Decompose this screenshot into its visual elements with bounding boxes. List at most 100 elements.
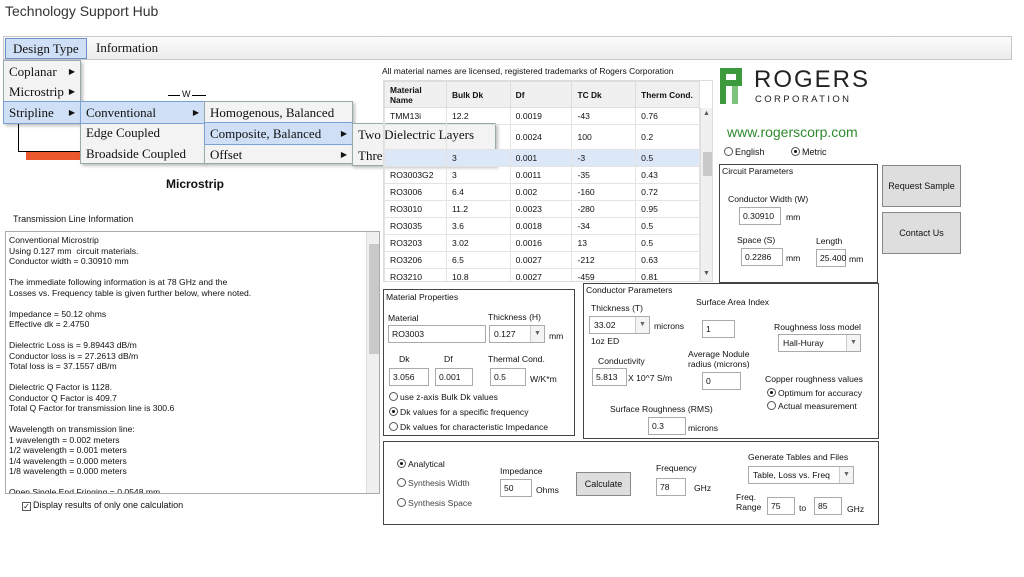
- col-header-tc-dk[interactable]: TC Dk: [571, 81, 637, 108]
- transmission-scrollbar[interactable]: [366, 232, 379, 493]
- table-cell: 0.0027: [509, 251, 573, 269]
- table-cell: 13: [571, 234, 637, 252]
- radio-icon[interactable]: [397, 498, 406, 507]
- col-header-therm-cond[interactable]: Therm Cond.: [635, 81, 700, 108]
- request-sample-button[interactable]: Request Sample: [882, 165, 961, 207]
- radio-icon[interactable]: [397, 478, 406, 487]
- contact-us-button[interactable]: Contact Us: [882, 212, 961, 254]
- table-row[interactable]: RO3203 3.02 0.0016 13 0.5: [384, 234, 700, 252]
- conductor-width-input[interactable]: 0.30910: [739, 207, 781, 225]
- unit-metric-radio[interactable]: Metric: [791, 147, 827, 157]
- conductor-width-label: Conductor Width (W): [728, 194, 809, 204]
- radio-selected-icon[interactable]: [389, 407, 398, 416]
- table-row[interactable]: RO3206 6.5 0.0027 -212 0.63: [384, 251, 700, 269]
- calculate-button[interactable]: Calculate: [576, 472, 631, 496]
- dk-option-impedance[interactable]: Dk values for characteristic Impedance: [389, 422, 548, 432]
- submenu-arrow-icon: ▶: [68, 67, 75, 76]
- menu-stripline-list: Conventional ▶ Edge Coupled Broadside Cou…: [80, 101, 205, 164]
- table-cell: 0.63: [635, 251, 700, 269]
- frequency-input[interactable]: 78: [656, 478, 686, 496]
- col-header-material[interactable]: Material Name: [384, 81, 447, 108]
- checkbox-checked-icon[interactable]: ✓: [22, 502, 31, 511]
- info-line: Conductor width = 0.30910 mm: [9, 256, 129, 266]
- table-cell: 6.4: [445, 183, 511, 201]
- roughness-option-actual[interactable]: Actual measurement: [767, 401, 857, 411]
- mode-synthesis-width[interactable]: Synthesis Width: [397, 478, 470, 488]
- freq-range-from-input[interactable]: 75: [767, 497, 795, 515]
- radio-selected-icon[interactable]: [767, 388, 776, 397]
- conductivity-input[interactable]: 5.813: [592, 368, 627, 386]
- radio-icon[interactable]: [767, 401, 776, 410]
- space-label: Space (S): [737, 235, 776, 245]
- material-input[interactable]: RO3003: [388, 325, 486, 343]
- menu-item-stripline[interactable]: Stripline ▶: [3, 101, 81, 124]
- chevron-down-icon[interactable]: ▼: [635, 317, 649, 333]
- col-header-bulk-dk[interactable]: Bulk Dk: [445, 81, 511, 108]
- col-header-df[interactable]: Df: [509, 81, 573, 108]
- thickness-select[interactable]: 0.127 ▼: [489, 325, 545, 343]
- table-row[interactable]: RO3010 11.2 0.0023 -280 0.95: [384, 200, 700, 218]
- table-row[interactable]: 0.0024 100 0.2: [384, 124, 700, 150]
- freq-range-to-input[interactable]: 85: [814, 497, 842, 515]
- radio-icon[interactable]: [389, 392, 398, 401]
- mode-analytical[interactable]: Analytical: [397, 459, 445, 469]
- table-row[interactable]: 3 0.001 -3 0.5: [384, 149, 700, 167]
- dk-option-bulk[interactable]: use z-axis Bulk Dk values: [389, 392, 498, 402]
- chevron-down-icon[interactable]: ▼: [839, 467, 853, 483]
- conductor-thickness-select[interactable]: 33.02 ▼: [589, 316, 650, 334]
- menu-item-microstrip[interactable]: Microstrip ▶: [4, 81, 80, 102]
- radio-selected-icon[interactable]: [791, 147, 800, 156]
- rogers-logo-icon: [720, 68, 742, 104]
- transmission-info-box[interactable]: Conventional Microstrip Using 0.127 mm ci…: [5, 231, 380, 494]
- roughness-option-accuracy[interactable]: Optimum for accuracy: [767, 388, 862, 398]
- menu-item-homogenous-balanced[interactable]: Homogenous, Balanced: [205, 102, 352, 123]
- menu-item-conventional[interactable]: Conventional ▶: [80, 101, 205, 124]
- table-row[interactable]: RO3210 10.8 0.0027 -459 0.81: [384, 268, 700, 281]
- scrollbar-thumb[interactable]: [369, 244, 379, 354]
- radio-icon[interactable]: [724, 147, 733, 156]
- menu-information[interactable]: Information: [89, 37, 165, 59]
- table-row[interactable]: RO3006 6.4 0.002 -160 0.72: [384, 183, 700, 201]
- table-cell: 100: [571, 124, 637, 150]
- menu-item-edge-coupled[interactable]: Edge Coupled: [81, 122, 204, 143]
- dk-input[interactable]: 3.056: [389, 368, 429, 386]
- rogers-url-link[interactable]: www.rogerscorp.com: [727, 124, 858, 140]
- menu-item-coplanar[interactable]: Coplanar ▶: [4, 61, 80, 82]
- radio-selected-icon[interactable]: [397, 459, 406, 468]
- chevron-down-icon[interactable]: ▼: [846, 335, 860, 351]
- scrollbar-thumb[interactable]: [703, 152, 712, 176]
- table-row[interactable]: RO3003G2 3 0.0011 -35 0.43: [384, 166, 700, 184]
- radio-icon[interactable]: [389, 422, 398, 431]
- roughness-model-label: Roughness loss model: [774, 322, 861, 332]
- length-unit: mm: [849, 254, 864, 264]
- unit-english-radio[interactable]: English: [724, 147, 765, 157]
- df-input[interactable]: 0.001: [435, 368, 473, 386]
- info-line: [9, 414, 251, 425]
- thermal-cond-input[interactable]: 0.5: [490, 368, 526, 386]
- mode-synthesis-space[interactable]: Synthesis Space: [397, 498, 472, 508]
- scroll-down-icon[interactable]: ▼: [703, 270, 710, 277]
- table-cell: 0.0024: [509, 124, 573, 150]
- length-input[interactable]: 25.400: [816, 249, 846, 267]
- table-row[interactable]: RO3035 3.6 0.0018 -34 0.5: [384, 217, 700, 235]
- surface-area-index-input[interactable]: 1: [702, 320, 735, 338]
- chevron-down-icon[interactable]: ▼: [530, 326, 544, 342]
- materials-scrollbar[interactable]: ▲ ▼: [700, 108, 712, 281]
- roughness-model-select[interactable]: Hall-Huray ▼: [778, 334, 861, 352]
- table-row[interactable]: TMM13i 12.2 0.0019 -43 0.76: [384, 107, 700, 125]
- panel-title: Conductor Parameters: [586, 285, 673, 295]
- menu-item-broadside-coupled[interactable]: Broadside Coupled: [81, 143, 204, 164]
- surface-roughness-input[interactable]: 0.3: [648, 417, 686, 435]
- display-one-checkbox[interactable]: ✓ Display results of only one calculation: [22, 500, 183, 511]
- menu-design-type[interactable]: Design Type: [5, 38, 87, 59]
- scroll-up-icon[interactable]: ▲: [703, 110, 710, 117]
- space-input[interactable]: 0.2286: [741, 248, 783, 266]
- menu-item-composite-balanced[interactable]: Composite, Balanced ▶: [204, 122, 353, 145]
- surface-area-index-label: Surface Area Index: [696, 297, 770, 307]
- impedance-input[interactable]: 50: [500, 479, 532, 497]
- menu-item-offset[interactable]: Offset ▶: [205, 144, 352, 165]
- table-cell: RO3203: [384, 234, 447, 252]
- generate-tables-select[interactable]: Table, Loss vs. Freq ▼: [748, 466, 854, 484]
- nodule-radius-input[interactable]: 0: [702, 372, 741, 390]
- dk-option-frequency[interactable]: Dk values for a specific frequency: [389, 407, 529, 417]
